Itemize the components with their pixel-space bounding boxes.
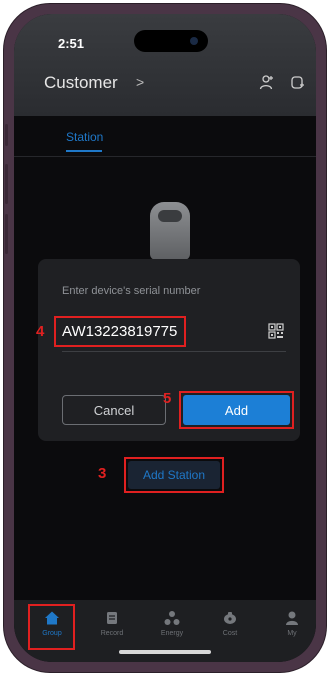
energy-icon [164,611,180,625]
tab-active-indicator [66,150,102,152]
app-screen: 2:51 Customer > Station Enter device's s… [14,14,316,662]
home-indicator[interactable] [119,650,211,654]
profile-icon [286,611,298,625]
dialog-prompt: Enter device's serial number [62,285,201,297]
status-time: 2:51 [58,36,85,51]
annotation-step-5: 5 [163,390,172,407]
volume-down-button [5,214,8,254]
dynamic-island [134,30,208,52]
record-icon [107,612,117,624]
add-group-icon[interactable] [290,74,306,90]
volume-up-button [5,164,8,204]
qr-scan-icon[interactable] [268,323,284,339]
add-button[interactable]: Add [183,395,290,425]
camera-dot [190,37,198,45]
tabbar-item-group[interactable]: Group [24,608,80,652]
home-icon [45,611,59,625]
serial-number-dialog: Enter device's serial number AW132238197… [38,259,300,441]
tabbar-item-cost[interactable]: Cost [202,608,258,652]
serial-number-input[interactable]: AW13223819775 [62,323,177,340]
tabbar-label-energy: Energy [160,630,184,637]
tab-station[interactable]: Station [66,130,103,144]
add-user-icon[interactable] [259,74,275,90]
page-title[interactable]: Customer [44,73,118,93]
tab-bar-top: Station [14,116,316,157]
annotation-step-3: 3 [98,465,107,482]
tabbar-item-energy[interactable]: Energy [144,608,200,652]
cost-icon [224,612,236,624]
input-underline [62,351,286,352]
tabbar-item-record[interactable]: Record [84,608,140,652]
tabbar-label-group: Group [42,630,62,637]
tabbar-label-record: Record [100,630,124,637]
phone-frame: 2:51 Customer > Station Enter device's s… [4,4,326,672]
cancel-button[interactable]: Cancel [62,395,166,425]
tabbar-item-my[interactable]: My [264,608,316,652]
charger-illustration [150,202,190,260]
chevron-right-icon[interactable]: > [136,74,144,90]
annotation-step-4: 4 [36,323,45,340]
tabbar-label-cost: Cost [222,630,238,637]
app-header: 2:51 Customer > [14,14,316,116]
add-station-button[interactable]: Add Station [128,461,220,489]
tabbar-label-my: My [287,630,297,637]
mute-switch [5,124,8,146]
charger-face [158,210,182,222]
